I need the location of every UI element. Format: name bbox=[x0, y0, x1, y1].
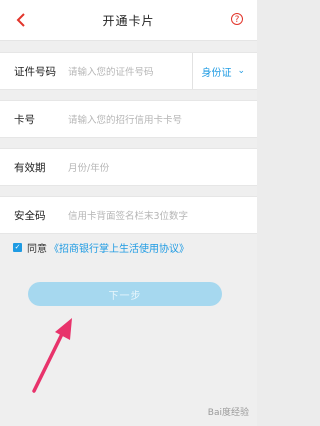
agreement-prefix: 同意 bbox=[27, 243, 47, 255]
id-type-value: 身份证 bbox=[201, 67, 232, 79]
security-code-label: 安全码 bbox=[14, 209, 46, 222]
expiry-row: 有效期 月份/年份 bbox=[0, 148, 257, 186]
page-title: 开通卡片 bbox=[102, 13, 155, 28]
help-icon[interactable]: ? bbox=[231, 13, 243, 25]
expiry-label: 有效期 bbox=[14, 161, 46, 174]
agreement-checkbox[interactable]: ✓ bbox=[13, 242, 22, 252]
next-button[interactable]: 下一步 bbox=[28, 282, 222, 306]
card-number-input[interactable]: 请输入您的招行信用卡卡号 bbox=[68, 101, 182, 137]
card-number-row: 卡号 请输入您的招行信用卡卡号 bbox=[0, 100, 257, 138]
open-card-page: 开通卡片 ? 证件号码 请输入您的证件号码 身份证 ⌄ 卡号 请输入您的招行信用… bbox=[0, 0, 257, 426]
watermark: Bai度经验 bbox=[207, 408, 249, 418]
id-type-select[interactable]: 身份证 ⌄ bbox=[192, 53, 245, 89]
expiry-input[interactable]: 月份/年份 bbox=[68, 149, 109, 185]
agreement: ✓ 同意 《招商银行掌上生活使用协议》 bbox=[13, 239, 189, 255]
security-code-row: 安全码 信用卡背面签名栏末3位数字 bbox=[0, 196, 257, 234]
id-number-row: 证件号码 请输入您的证件号码 身份证 ⌄ bbox=[0, 52, 257, 90]
chevron-down-icon: ⌄ bbox=[237, 66, 245, 76]
security-code-input[interactable]: 信用卡背面签名栏末3位数字 bbox=[68, 197, 188, 233]
card-number-label: 卡号 bbox=[14, 113, 35, 126]
id-number-input[interactable]: 请输入您的证件号码 bbox=[68, 53, 154, 89]
id-number-label: 证件号码 bbox=[14, 65, 56, 78]
agreement-link[interactable]: 《招商银行掌上生活使用协议》 bbox=[49, 240, 189, 255]
nav-header: 开通卡片 ? bbox=[0, 0, 257, 41]
